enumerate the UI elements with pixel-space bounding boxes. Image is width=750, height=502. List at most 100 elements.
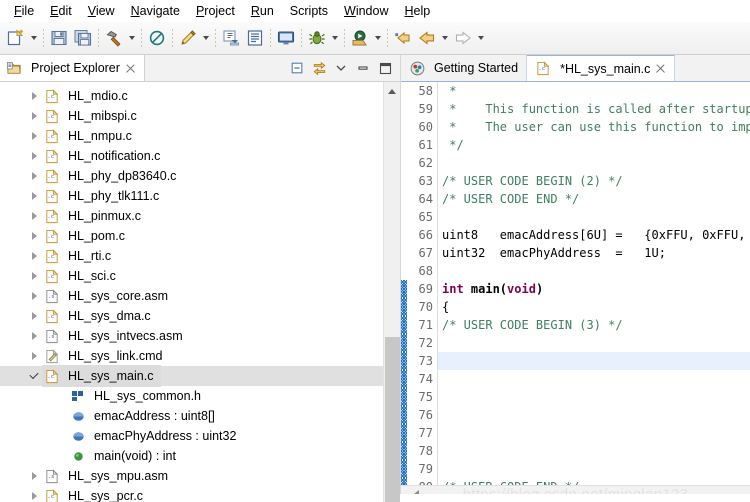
- console-icon[interactable]: [274, 26, 298, 50]
- code-text[interactable]: *: [438, 82, 750, 100]
- code-text[interactable]: [438, 208, 750, 226]
- back-history-icon[interactable]: [391, 26, 415, 50]
- menu-item-run[interactable]: Run: [243, 2, 282, 20]
- code-line-62[interactable]: 62: [401, 154, 750, 172]
- back-arrow-icon[interactable]: [415, 26, 439, 50]
- close-icon[interactable]: [125, 63, 136, 74]
- code-line-64[interactable]: 64 /* USER CODE END */: [401, 190, 750, 208]
- scroll-up-arrow[interactable]: [384, 82, 400, 100]
- chevron-down-icon[interactable]: [28, 26, 40, 50]
- project-tree[interactable]: .c HL_mdio.c .c HL_mibspi.c .c HL_nmpu.c .c HL_…: [0, 82, 384, 502]
- code-text[interactable]: [438, 406, 750, 424]
- no-entry-icon[interactable]: [145, 26, 169, 50]
- chevron-down-icon[interactable]: [126, 26, 138, 50]
- chevron-right-icon[interactable]: [26, 308, 42, 324]
- code-line-68[interactable]: 68: [401, 262, 750, 280]
- chevron-right-icon[interactable]: [26, 228, 42, 244]
- code-line-71[interactable]: 71 /* USER CODE BEGIN (3) */: [401, 316, 750, 334]
- tree-item-emacaddress-uint8[interactable]: emacAddress : uint8[]: [0, 406, 384, 426]
- code-lines[interactable]: 58 * 59 * This function is called after s…: [401, 82, 750, 485]
- code-line-79[interactable]: 79: [401, 460, 750, 478]
- chevron-right-icon[interactable]: [26, 268, 42, 284]
- tree-item-hl-mdio-c[interactable]: .c HL_mdio.c: [0, 86, 384, 106]
- editor-tab-getting-started[interactable]: Getting Started: [401, 55, 528, 81]
- code-line-80[interactable]: 80/* USER CODE END */: [401, 478, 750, 485]
- maximize-icon[interactable]: [376, 59, 394, 77]
- chevron-right-icon[interactable]: [26, 88, 42, 104]
- tree-item-main-void-int[interactable]: main(void) : int: [0, 446, 384, 466]
- tree-item-hl-sys-common-h[interactable]: HL_sys_common.h: [0, 386, 384, 406]
- code-text[interactable]: [438, 370, 750, 388]
- chevron-right-icon[interactable]: [26, 208, 42, 224]
- save-icon[interactable]: [47, 26, 71, 50]
- code-text[interactable]: int main(void): [438, 280, 750, 298]
- menu-item-scripts[interactable]: Scripts: [282, 2, 336, 20]
- save-all-icon[interactable]: [71, 26, 95, 50]
- chevron-right-icon[interactable]: [26, 148, 42, 164]
- chevron-right-icon[interactable]: [26, 188, 42, 204]
- code-line-70[interactable]: 70 {: [401, 298, 750, 316]
- chevron-right-icon[interactable]: [26, 168, 42, 184]
- view-menu-icon[interactable]: [332, 59, 350, 77]
- chevron-right-icon[interactable]: [26, 348, 42, 364]
- chevron-right-icon[interactable]: [26, 288, 42, 304]
- chevron-right-icon[interactable]: [26, 108, 42, 124]
- menu-item-window[interactable]: Window: [336, 2, 396, 20]
- code-text[interactable]: /* USER CODE BEGIN (2) */: [438, 172, 750, 190]
- code-line-75[interactable]: 75: [401, 388, 750, 406]
- code-line-76[interactable]: 76: [401, 406, 750, 424]
- tree-item-hl-sys-mpu-asm[interactable]: .s HL_sys_mpu.asm: [0, 466, 384, 486]
- link-with-editor-icon[interactable]: [310, 59, 328, 77]
- code-line-59[interactable]: 59 * This function is called after start…: [401, 100, 750, 118]
- code-line-77[interactable]: 77: [401, 424, 750, 442]
- tree-item-hl-sys-intvecs-asm[interactable]: .s HL_sys_intvecs.asm: [0, 326, 384, 346]
- chevron-down-icon[interactable]: [475, 26, 487, 50]
- code-text[interactable]: [438, 262, 750, 280]
- menu-item-edit[interactable]: Edit: [42, 2, 80, 20]
- menu-item-view[interactable]: View: [80, 2, 123, 20]
- pencil-icon[interactable]: [176, 26, 200, 50]
- tree-item-hl-sci-c[interactable]: .c HL_sci.c: [0, 266, 384, 286]
- chevron-right-icon[interactable]: [26, 468, 42, 484]
- minimize-icon[interactable]: [354, 59, 372, 77]
- tree-item-hl-sys-dma-c[interactable]: .c HL_sys_dma.c: [0, 306, 384, 326]
- tree-item-hl-nmpu-c[interactable]: .c HL_nmpu.c: [0, 126, 384, 146]
- import-icon[interactable]: [219, 26, 243, 50]
- code-line-63[interactable]: 63 /* USER CODE BEGIN (2) */: [401, 172, 750, 190]
- tree-item-hl-sys-pcr-c[interactable]: .c HL_sys_pcr.c: [0, 486, 384, 502]
- code-line-72[interactable]: 72: [401, 334, 750, 352]
- tree-item-hl-mibspi-c[interactable]: .c HL_mibspi.c: [0, 106, 384, 126]
- code-text[interactable]: /* USER CODE BEGIN (3) */: [438, 316, 750, 334]
- code-text[interactable]: [438, 460, 750, 478]
- source-editor[interactable]: 58 * 59 * This function is called after s…: [401, 82, 750, 502]
- code-line-60[interactable]: 60 * The user can use this function to i…: [401, 118, 750, 136]
- tree-item-hl-phy-tlk111-c[interactable]: .c HL_phy_tlk111.c: [0, 186, 384, 206]
- chevron-down-icon[interactable]: [372, 26, 384, 50]
- code-text[interactable]: * The user can use this function to impl…: [438, 118, 750, 136]
- chevron-right-icon[interactable]: [26, 488, 42, 502]
- tree-item-hl-sys-core-asm[interactable]: .s HL_sys_core.asm: [0, 286, 384, 306]
- code-text[interactable]: [438, 154, 750, 172]
- debug-bug-icon[interactable]: [305, 26, 329, 50]
- forward-arrow-icon[interactable]: [451, 26, 475, 50]
- code-line-78[interactable]: 78: [401, 442, 750, 460]
- menu-item-project[interactable]: Project: [188, 2, 243, 20]
- code-line-58[interactable]: 58 *: [401, 82, 750, 100]
- tree-item-hl-sys-link-cmd[interactable]: HL_sys_link.cmd: [0, 346, 384, 366]
- code-line-73[interactable]: 73: [401, 352, 750, 370]
- scrollbar-thumb[interactable]: [385, 337, 400, 502]
- chevron-down-icon[interactable]: [439, 26, 451, 50]
- editor-tab-hl-sys-main-c[interactable]: .c *HL_sys_main.c: [527, 55, 676, 81]
- code-text[interactable]: [438, 352, 750, 370]
- code-line-66[interactable]: 66 uint8 emacAddress[6U] = {0xFFU, 0xFFU,…: [401, 226, 750, 244]
- tree-item-hl-phy-dp83640-c[interactable]: .c HL_phy_dp83640.c: [0, 166, 384, 186]
- tree-item-hl-sys-main-c[interactable]: .c HL_sys_main.c: [0, 365, 384, 387]
- code-text[interactable]: {: [438, 298, 750, 316]
- chevron-right-icon[interactable]: [26, 128, 42, 144]
- build-hammer-icon[interactable]: [102, 26, 126, 50]
- tree-item-hl-notification-c[interactable]: .c HL_notification.c: [0, 146, 384, 166]
- code-line-74[interactable]: 74: [401, 370, 750, 388]
- code-text[interactable]: [438, 388, 750, 406]
- code-line-67[interactable]: 67 uint32 emacPhyAddress = 1U;: [401, 244, 750, 262]
- new-file-icon[interactable]: [4, 26, 28, 50]
